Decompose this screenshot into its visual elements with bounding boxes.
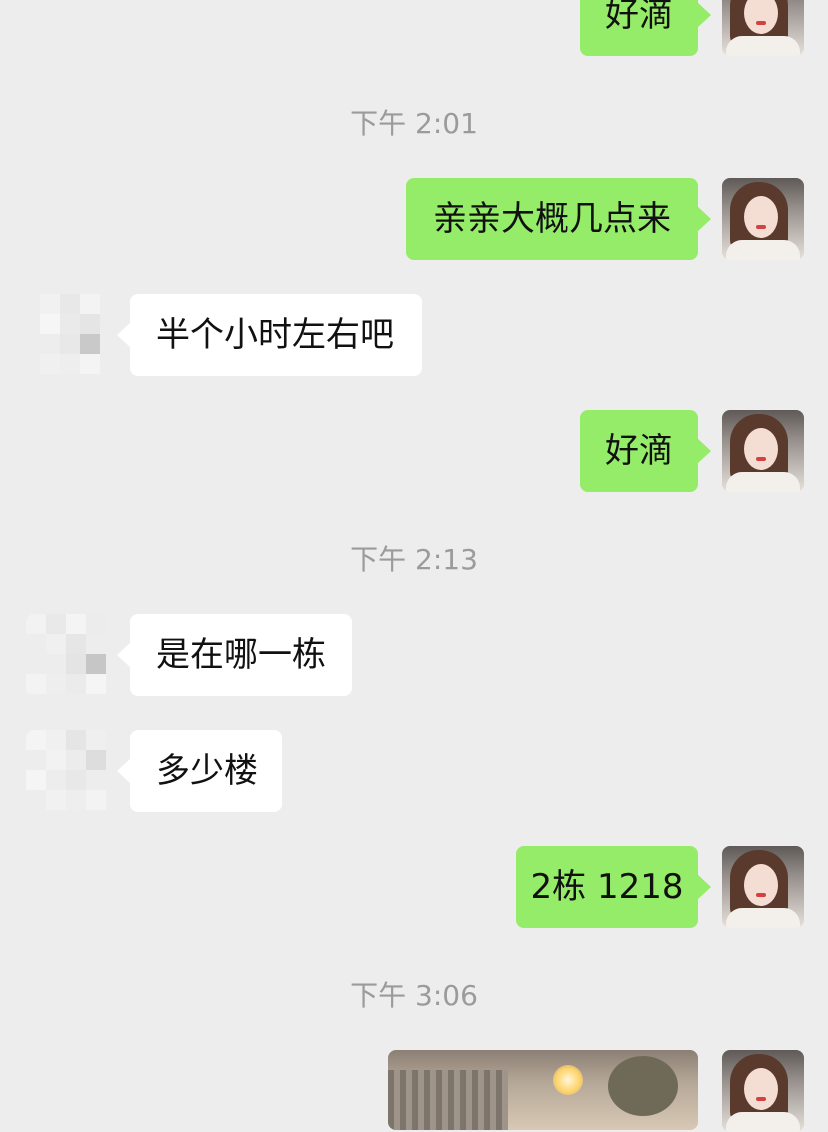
blur-pixel bbox=[26, 770, 46, 790]
blur-pixel bbox=[86, 790, 106, 810]
avatar-face bbox=[744, 864, 778, 906]
blur-pixel bbox=[80, 314, 100, 334]
avatar-shirt bbox=[726, 240, 800, 260]
self-avatar[interactable] bbox=[722, 846, 804, 928]
avatar-shirt bbox=[726, 1112, 800, 1132]
avatar-lips bbox=[756, 1097, 766, 1101]
blur-pixel bbox=[26, 674, 46, 694]
avatar-lips bbox=[756, 225, 766, 229]
self-avatar[interactable] bbox=[722, 0, 804, 56]
blur-pixel bbox=[46, 674, 66, 694]
incoming-message-bubble[interactable]: 多少楼 bbox=[117, 730, 282, 812]
blur-pixel bbox=[80, 354, 100, 374]
blur-pixel bbox=[86, 654, 106, 674]
blur-pixel bbox=[66, 730, 86, 750]
blur-pixel bbox=[66, 674, 86, 694]
avatar-lips bbox=[756, 457, 766, 461]
blur-pixel bbox=[86, 674, 106, 694]
outgoing-message-bubble[interactable]: 亲亲大概几点来 bbox=[406, 178, 711, 260]
contact-avatar-blurred[interactable] bbox=[26, 614, 108, 696]
blur-pixel bbox=[40, 354, 60, 374]
photo-message-thumbnail[interactable] bbox=[388, 1050, 698, 1130]
blur-pixel bbox=[40, 314, 60, 334]
avatar-lips bbox=[756, 21, 766, 25]
photo-sun bbox=[553, 1065, 583, 1095]
message-timestamp: 下午 2:01 bbox=[350, 107, 478, 140]
photo-fence bbox=[388, 1070, 508, 1130]
blur-pixel bbox=[80, 334, 100, 354]
blur-pixel bbox=[66, 750, 86, 770]
blur-pixel bbox=[60, 334, 80, 354]
outgoing-message-bubble[interactable]: 2栋 1218 bbox=[516, 846, 711, 928]
avatar-shirt bbox=[726, 472, 800, 492]
blur-pixel bbox=[66, 614, 86, 634]
contact-avatar-blurred[interactable] bbox=[26, 730, 108, 812]
blur-pixel bbox=[66, 634, 86, 654]
blur-pixel bbox=[46, 790, 66, 810]
avatar-shirt bbox=[726, 908, 800, 928]
blur-pixel bbox=[66, 790, 86, 810]
blur-pixel bbox=[86, 614, 106, 634]
avatar-shirt bbox=[726, 36, 800, 56]
photo-tree bbox=[608, 1056, 678, 1116]
outgoing-message-bubble[interactable]: 好滴 bbox=[580, 410, 711, 492]
avatar-lips bbox=[756, 893, 766, 897]
blur-pixel bbox=[26, 730, 46, 750]
blur-pixel bbox=[40, 294, 60, 314]
blur-pixel bbox=[80, 294, 100, 314]
incoming-message-bubble[interactable]: 半个小时左右吧 bbox=[117, 294, 422, 376]
message-timestamp: 下午 3:06 bbox=[350, 979, 478, 1012]
self-avatar[interactable] bbox=[722, 410, 804, 492]
contact-avatar-blurred[interactable] bbox=[26, 294, 108, 376]
incoming-message-bubble[interactable]: 是在哪一栋 bbox=[117, 614, 352, 696]
self-avatar[interactable] bbox=[722, 178, 804, 260]
blur-pixel bbox=[86, 750, 106, 770]
blur-pixel bbox=[46, 614, 66, 634]
blur-pixel bbox=[46, 634, 66, 654]
blur-pixel bbox=[60, 294, 80, 314]
blur-pixel bbox=[60, 354, 80, 374]
message-timestamp: 下午 2:13 bbox=[350, 543, 478, 576]
blur-pixel bbox=[60, 314, 80, 334]
outgoing-message-bubble[interactable]: 好滴 bbox=[580, 0, 711, 56]
blur-pixel bbox=[66, 654, 86, 674]
self-avatar[interactable] bbox=[722, 1050, 804, 1132]
avatar-face bbox=[744, 196, 778, 238]
blur-pixel bbox=[46, 750, 66, 770]
avatar-face bbox=[744, 428, 778, 470]
blur-pixel bbox=[66, 770, 86, 790]
blur-pixel bbox=[46, 730, 66, 750]
blur-pixel bbox=[26, 614, 46, 634]
blur-pixel bbox=[86, 730, 106, 750]
